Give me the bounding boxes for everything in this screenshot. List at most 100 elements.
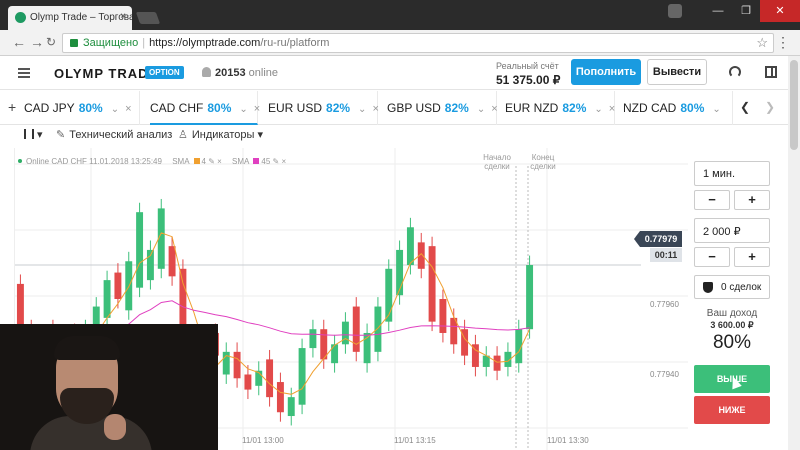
- time-plus-button[interactable]: +: [734, 190, 770, 210]
- close-tab-icon[interactable]: ×: [120, 11, 126, 22]
- candle-body: [103, 280, 111, 318]
- profile-icon[interactable]: [668, 4, 682, 18]
- tabs-next-icon[interactable]: ❯: [765, 100, 775, 114]
- amount-field[interactable]: 2 000 ₽: [694, 218, 770, 243]
- candles-icon: [24, 129, 34, 139]
- candle-body: [266, 359, 274, 398]
- asset-name: CAD CHF: [150, 101, 204, 115]
- url-input[interactable]: Защищено | https://olymptrade.com/ru-ru/pl…: [62, 33, 774, 53]
- legend-sma-slow[interactable]: SMA 45 ✎ ×: [232, 157, 286, 166]
- logo-badge: OPTION: [145, 66, 184, 79]
- url-path: /ru-ru/platform: [260, 37, 330, 49]
- amount-minus-button[interactable]: −: [694, 247, 730, 267]
- amount-plus-button[interactable]: +: [734, 247, 770, 267]
- legend-sma-fast[interactable]: SMA 4 ✎ ×: [172, 157, 222, 166]
- layout-panel-icon[interactable]: [765, 66, 777, 78]
- person-hand: [104, 414, 126, 440]
- withdraw-button[interactable]: Вывести: [647, 59, 707, 85]
- close-icon[interactable]: ×: [125, 103, 131, 115]
- asset-name: GBP USD: [387, 101, 441, 115]
- forward-icon[interactable]: →: [30, 34, 44, 50]
- browser-tab-bar: Olymp Trade – Торгова × — ❐ ✕: [0, 0, 800, 30]
- candle-body: [168, 246, 176, 277]
- income-value: 3 600.00 ₽: [710, 320, 754, 330]
- back-icon[interactable]: ←: [12, 34, 26, 50]
- deal-end-label: Конец сделки: [530, 153, 556, 171]
- deals-button[interactable]: 0 сделок: [694, 275, 770, 299]
- favicon-icon: [15, 12, 26, 23]
- candle-timer-badge: 00:11: [650, 248, 682, 262]
- app-header: OLYMP TRADE OPTION 20153 online Реальный…: [0, 56, 788, 90]
- deal-start-label: Начало сделки: [483, 153, 511, 171]
- asset-name: CAD JPY: [24, 101, 75, 115]
- candle-body: [114, 272, 122, 299]
- candle-body: [298, 348, 306, 405]
- close-icon[interactable]: ×: [491, 103, 497, 115]
- scrollbar-thumb[interactable]: [790, 60, 798, 150]
- tab-gbp-usd[interactable]: GBP USD 82% ⌄ ×: [387, 91, 498, 125]
- candle-body: [428, 246, 436, 322]
- chevron-down-icon[interactable]: ⌄: [712, 104, 720, 115]
- tab-nzd-cad[interactable]: NZD CAD 80% ⌄: [623, 91, 733, 125]
- deals-label: 0 сделок: [721, 282, 762, 293]
- candle-body: [385, 268, 393, 322]
- hamburger-menu-icon[interactable]: [18, 68, 30, 78]
- asset-payout: 80%: [207, 101, 232, 115]
- asset-name: EUR NZD: [505, 101, 559, 115]
- online-label: online: [248, 67, 279, 79]
- candle-body: [526, 265, 534, 330]
- reload-icon[interactable]: ↻: [46, 35, 56, 49]
- tabs-prev-icon[interactable]: ❮: [740, 100, 750, 114]
- page-scrollbar[interactable]: [788, 56, 800, 450]
- pencil-icon: ✎: [56, 129, 66, 141]
- x-tick-label: 11/01 13:15: [394, 436, 436, 445]
- deposit-button[interactable]: Пополнить: [571, 59, 641, 85]
- bookmark-star-icon[interactable]: ☆: [756, 35, 768, 51]
- chevron-down-icon[interactable]: ⌄: [594, 104, 602, 115]
- down-button[interactable]: НИЖЕ: [694, 396, 770, 424]
- secure-label: Защищено: [83, 37, 139, 49]
- new-tab-button[interactable]: [135, 12, 161, 24]
- technical-analysis-button[interactable]: ✎ Технический анализ: [56, 128, 172, 141]
- shield-icon: [703, 282, 713, 293]
- legend-time: 11.01.2018 13:25:49: [89, 157, 162, 166]
- user-icon: [202, 67, 211, 77]
- maximize-icon[interactable]: ❐: [732, 0, 760, 22]
- chevron-down-icon[interactable]: ⌄: [239, 104, 247, 115]
- income-percent: 80%: [712, 332, 752, 353]
- tab-eur-usd[interactable]: EUR USD 82% ⌄ ×: [268, 91, 379, 125]
- chevron-down-icon[interactable]: ⌄: [477, 104, 485, 115]
- chevron-down-icon[interactable]: ⌄: [358, 104, 366, 115]
- chart-type-selector[interactable]: ▾: [24, 128, 43, 141]
- support-headset-icon[interactable]: [729, 66, 741, 78]
- asset-payout: 82%: [562, 101, 587, 115]
- close-window-icon[interactable]: ✕: [760, 0, 800, 22]
- browser-tab[interactable]: Olymp Trade – Торгова ×: [8, 6, 132, 30]
- account-balance: 51 375.00 ₽: [496, 73, 561, 87]
- current-price-badge: 0.77979: [634, 231, 682, 247]
- indicators-button[interactable]: ♙ Индикаторы ▾: [178, 128, 263, 141]
- time-minus-button[interactable]: −: [694, 190, 730, 210]
- close-icon[interactable]: ×: [372, 103, 378, 115]
- minimize-icon[interactable]: —: [704, 0, 732, 22]
- candle-body: [136, 212, 144, 288]
- candle-body: [406, 227, 414, 266]
- browser-menu-icon[interactable]: ⋮: [776, 34, 790, 51]
- tab-cad-jpy[interactable]: CAD JPY 80% ⌄ ×: [24, 91, 140, 125]
- account-selector[interactable]: Реальный счёт 51 375.00 ₽: [496, 61, 560, 89]
- close-icon[interactable]: ×: [254, 103, 260, 115]
- candle-body: [276, 382, 284, 413]
- x-tick-label: 11/01 13:30: [547, 436, 589, 445]
- add-asset-icon[interactable]: +: [8, 99, 16, 115]
- url-host: https://olymptrade.com: [149, 37, 261, 49]
- expiry-time-field[interactable]: 1 мин.: [694, 161, 770, 186]
- asset-payout: 80%: [680, 101, 705, 115]
- tab-eur-nzd[interactable]: EUR NZD 82% ⌄ ×: [505, 91, 615, 125]
- tab-cad-chf[interactable]: CAD CHF 80% ⌄ ×: [150, 91, 260, 125]
- asset-payout: 82%: [444, 101, 469, 115]
- close-icon[interactable]: ×: [609, 103, 615, 115]
- logo[interactable]: OLYMP TRADE: [54, 66, 158, 81]
- chevron-down-icon[interactable]: ⌄: [111, 104, 119, 115]
- y-tick-label: 0.77940: [650, 370, 679, 379]
- y-tick-label: 0.77960: [650, 300, 679, 309]
